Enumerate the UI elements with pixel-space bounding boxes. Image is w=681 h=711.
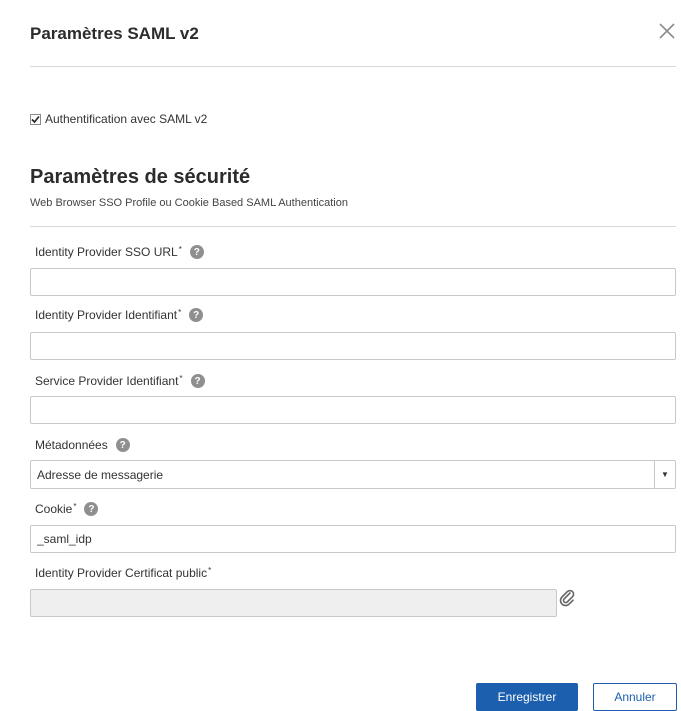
metadata-label: Métadonnées ? xyxy=(35,438,130,452)
idp-identifier-label-text: Identity Provider Identifiant xyxy=(35,308,178,322)
idp-sso-url-label: Identity Provider SSO URL * ? xyxy=(35,245,204,259)
help-icon[interactable]: ? xyxy=(190,374,205,388)
attach-file-button[interactable] xyxy=(559,589,575,607)
help-icon[interactable]: ? xyxy=(189,308,204,322)
idp-certificate-label: Identity Provider Certificat public * xyxy=(35,565,212,581)
saml-enable-label: Authentification avec SAML v2 xyxy=(45,112,208,126)
checkmark-icon xyxy=(31,115,40,123)
close-icon xyxy=(659,23,675,39)
required-mark: * xyxy=(208,565,212,575)
sp-identifier-input[interactable] xyxy=(30,396,676,424)
metadata-selected-value: Adresse de messagerie xyxy=(37,467,164,482)
dialog-header: Paramètres SAML v2 xyxy=(30,24,681,44)
dropdown-arrow-icon[interactable]: ▼ xyxy=(654,461,675,488)
help-icon[interactable]: ? xyxy=(115,438,130,452)
cookie-label: Cookie * ? xyxy=(35,501,99,516)
idp-sso-url-label-text: Identity Provider SSO URL xyxy=(35,245,178,259)
idp-certificate-label-text: Identity Provider Certificat public xyxy=(35,566,208,580)
saml-settings-dialog: Paramètres SAML v2 Authentification avec… xyxy=(0,0,681,711)
help-icon[interactable]: ? xyxy=(84,502,99,516)
idp-sso-url-input[interactable] xyxy=(30,268,676,296)
close-button[interactable] xyxy=(656,20,678,42)
cookie-input[interactable] xyxy=(30,525,676,553)
idp-identifier-label: Identity Provider Identifiant * ? xyxy=(35,307,204,322)
cancel-button[interactable]: Annuler xyxy=(593,683,677,711)
help-icon[interactable]: ? xyxy=(189,245,204,259)
idp-identifier-input[interactable] xyxy=(30,332,676,360)
saml-enable-row: Authentification avec SAML v2 xyxy=(30,112,207,126)
saml-enable-checkbox[interactable] xyxy=(30,113,41,125)
save-button[interactable]: Enregistrer xyxy=(476,683,578,711)
sp-identifier-label-text: Service Provider Identifiant xyxy=(35,374,179,388)
paperclip-icon xyxy=(559,589,575,607)
idp-certificate-field[interactable] xyxy=(30,589,557,617)
metadata-select[interactable]: Adresse de messagerie ▼ xyxy=(30,460,676,489)
required-mark: * xyxy=(73,501,77,511)
required-mark: * xyxy=(178,244,182,254)
security-section-title: Paramètres de sécurité xyxy=(30,166,251,188)
header-divider xyxy=(30,66,676,67)
security-section-subtitle: Web Browser SSO Profile ou Cookie Based … xyxy=(30,197,348,209)
required-mark: * xyxy=(178,307,182,317)
required-mark: * xyxy=(179,373,183,383)
cookie-label-text: Cookie xyxy=(35,502,73,516)
sp-identifier-label: Service Provider Identifiant * ? xyxy=(35,374,205,388)
section-divider xyxy=(30,226,676,227)
metadata-label-text: Métadonnées xyxy=(35,438,108,452)
dialog-title: Paramètres SAML v2 xyxy=(30,24,199,43)
